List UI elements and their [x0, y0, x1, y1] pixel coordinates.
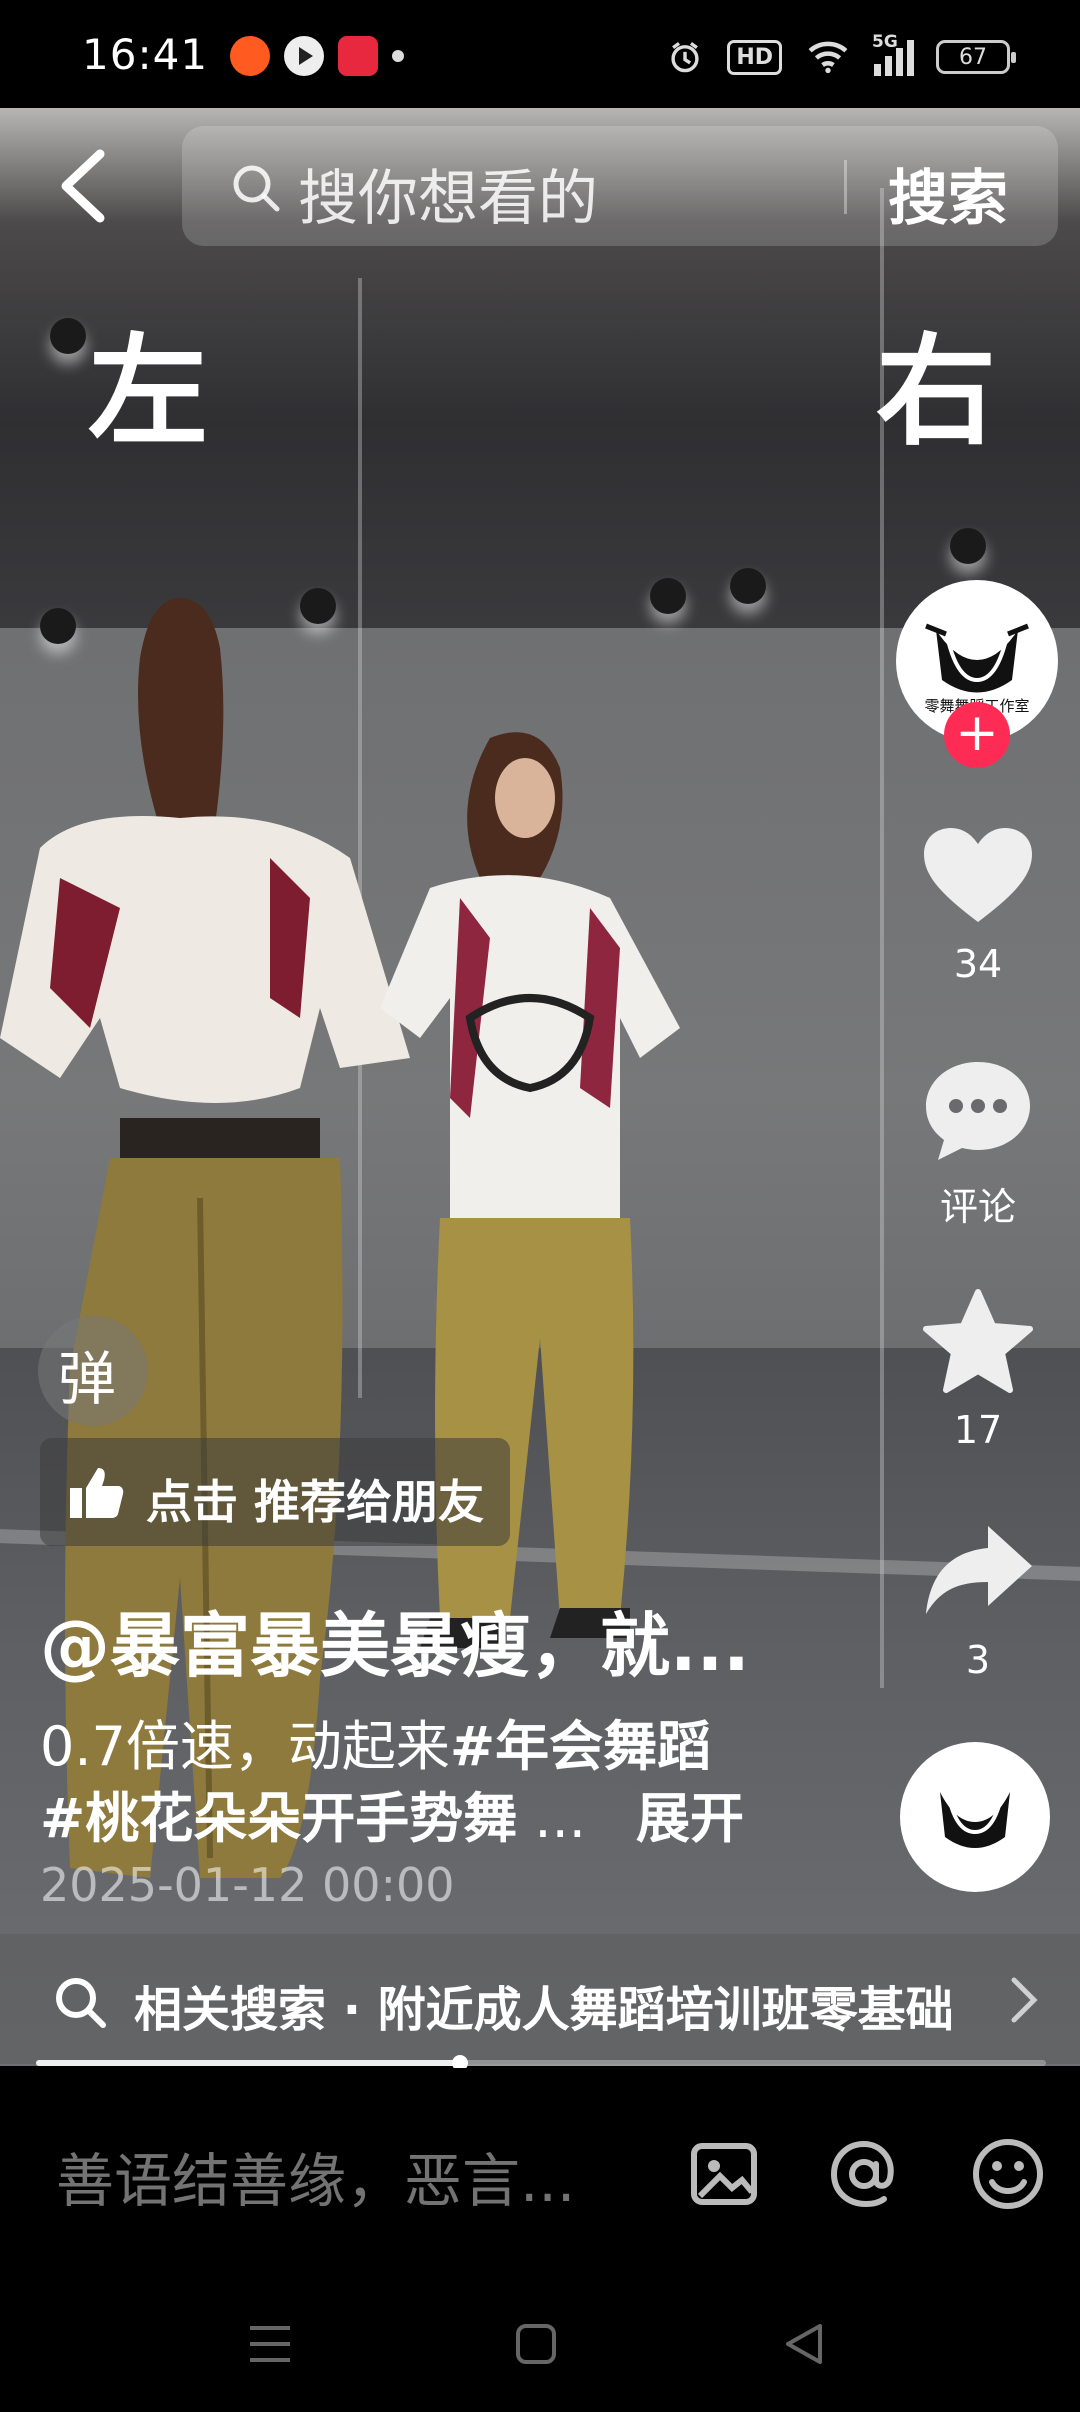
- search-icon: [233, 165, 280, 212]
- search-icon: [56, 1978, 106, 2028]
- back-nav-icon[interactable]: [776, 2316, 832, 2372]
- video-progress-bar[interactable]: [36, 2055, 1046, 2071]
- alarm-icon: [671, 42, 699, 73]
- network-type: 5G: [872, 32, 898, 52]
- home-icon[interactable]: [508, 2316, 564, 2372]
- comment-input[interactable]: 善语结善缘，恶言...: [56, 2134, 575, 2218]
- shop-app-icon: [338, 36, 378, 76]
- heart-icon[interactable]: [918, 822, 1038, 932]
- stage-light: [50, 318, 86, 354]
- follow-button[interactable]: +: [944, 702, 1010, 768]
- hd-icon: HD: [727, 39, 782, 75]
- wifi-icon: [808, 41, 848, 74]
- favorite-count: 17: [953, 1408, 1003, 1452]
- back-button[interactable]: [50, 146, 120, 226]
- music-disc[interactable]: [900, 1742, 1050, 1892]
- progress-fill: [36, 2060, 461, 2066]
- image-icon[interactable]: [686, 2136, 762, 2212]
- recommend-label: 点击 推荐给朋友: [146, 1475, 485, 1529]
- app-notification-icon: [230, 36, 270, 76]
- stage-light: [730, 568, 766, 604]
- chevron-right-icon: [1011, 1977, 1038, 2023]
- search-divider: [844, 160, 847, 214]
- video-app-icon: [284, 36, 324, 76]
- description-ellipsis: ...: [517, 1787, 586, 1850]
- music-disc-logo: [940, 1792, 1010, 1848]
- comment-icon[interactable]: [918, 1056, 1038, 1166]
- hashtag-link[interactable]: #年会舞蹈: [450, 1715, 711, 1778]
- search-button[interactable]: 搜索: [888, 150, 1008, 237]
- hashtag-link[interactable]: #桃花朵朵开手势舞: [40, 1787, 517, 1850]
- cellular-signal-icon: 5G: [872, 32, 914, 76]
- notification-icons: [230, 36, 404, 76]
- like-count: 34: [953, 942, 1003, 986]
- status-time: 16:41: [82, 30, 209, 79]
- search-input[interactable]: 搜你想看的: [298, 150, 598, 237]
- expand-button[interactable]: 展开: [636, 1774, 744, 1853]
- video-description-line2: #桃花朵朵开手势舞 ...: [40, 1774, 586, 1853]
- author-name[interactable]: @暴富暴美暴瘦，就...: [40, 1590, 750, 1691]
- comment-label: 评论: [939, 1185, 1016, 1229]
- more-notifications-icon: [392, 50, 404, 62]
- menu-icon[interactable]: [242, 2316, 298, 2372]
- publish-date: 2025-01-12 00:00: [40, 1858, 455, 1912]
- thumbs-up-icon: [70, 1468, 124, 1518]
- at-icon[interactable]: [826, 2136, 902, 2212]
- direction-label-right: 右: [876, 323, 996, 462]
- share-count: 3: [965, 1638, 991, 1682]
- star-icon[interactable]: [918, 1288, 1038, 1398]
- status-bar: 16:41 HD 5G 67: [0, 0, 1080, 108]
- direction-label-left: 左: [88, 323, 208, 462]
- battery-indicator: 67: [936, 40, 1016, 74]
- video-description-line1: 0.7倍速，动起来#年会舞蹈: [40, 1702, 711, 1781]
- stage-light: [650, 578, 686, 614]
- share-icon[interactable]: [918, 1518, 1038, 1628]
- related-search-label: 相关搜索 · 附近成人舞蹈培训班零基础: [134, 1982, 954, 2038]
- stage-light: [950, 528, 986, 564]
- system-status: HD 5G 67: [665, 32, 1016, 76]
- danmaku-label: 弹: [58, 1345, 117, 1413]
- description-text: 0.7倍速，动起来: [40, 1715, 450, 1778]
- emoji-icon[interactable]: [970, 2136, 1046, 2212]
